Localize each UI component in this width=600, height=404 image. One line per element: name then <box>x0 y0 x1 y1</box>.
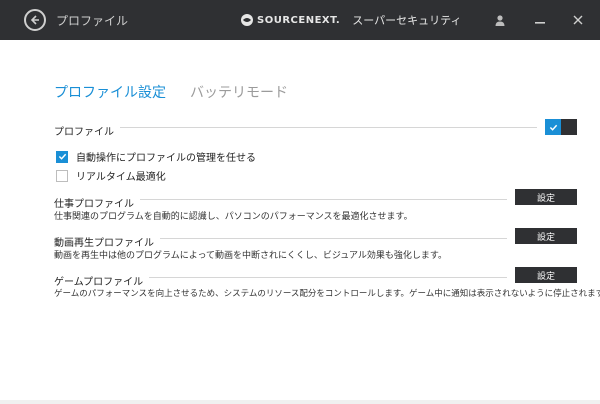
tab-profile-settings[interactable]: プロファイル設定 <box>54 82 166 102</box>
tab-battery-mode[interactable]: バッテリモード <box>190 82 288 102</box>
game-profile-settings-button[interactable]: 設定 <box>515 267 577 283</box>
sourcenext-logo-icon <box>241 14 253 26</box>
auto-manage-option[interactable]: 自動操作にプロファイルの管理を任せる <box>56 149 256 164</box>
profile-name: ゲームプロファイル <box>54 277 150 288</box>
game-profile: ゲームプロファイル 設定 ゲームのパフォーマンスを向上させるため、システムのリソ… <box>54 267 600 299</box>
profile-toggle[interactable] <box>545 119 577 135</box>
window-bottom-border <box>0 400 600 404</box>
work-profile: 仕事プロファイル 設定 仕事関連のプログラムを自動的に認識し、パソコンのパフォー… <box>54 189 577 222</box>
user-icon <box>495 15 505 26</box>
brand-name: SOURCENEXT. <box>257 14 341 26</box>
realtime-optimize-label: リアルタイム最適化 <box>76 172 166 183</box>
brand: SOURCENEXT. スーパーセキュリティ <box>240 12 461 28</box>
window-title: プロファイル <box>56 14 129 28</box>
auto-manage-label: 自動操作にプロファイルの管理を任せる <box>76 153 256 164</box>
profile-name: 動画再生プロファイル <box>54 238 160 249</box>
work-profile-settings-button[interactable]: 設定 <box>515 189 577 205</box>
profile-description: 動画を再生中は他のプログラムによって動画を中断されにくくし、ビジュアル効果も強化… <box>54 251 448 261</box>
video-profile-settings-button[interactable]: 設定 <box>515 228 577 244</box>
realtime-optimize-checkbox[interactable] <box>56 169 68 182</box>
realtime-optimize-option[interactable]: リアルタイム最適化 <box>56 168 166 183</box>
sourcenext-logo: SOURCENEXT. <box>240 13 340 27</box>
minimize-button[interactable] <box>530 10 550 30</box>
close-button[interactable] <box>568 10 588 30</box>
minimize-icon <box>535 22 545 24</box>
toggle-on-part <box>545 119 561 135</box>
section-label: プロファイル <box>54 127 120 138</box>
auto-manage-checkbox[interactable] <box>56 150 68 163</box>
arrow-left-icon <box>30 15 39 25</box>
title-bar: プロファイル SOURCENEXT. スーパーセキュリティ <box>0 0 600 40</box>
profile-description: ゲームのパフォーマンスを向上させるため、システムのリソース配分をコントロールしま… <box>54 289 600 299</box>
profile-description: 仕事関連のプログラムを自動的に認識し、パソコンのパフォーマンスを最適化させます。 <box>54 212 413 222</box>
account-button[interactable] <box>490 10 510 30</box>
check-icon <box>549 124 557 131</box>
close-icon <box>573 15 583 25</box>
profile-name: 仕事プロファイル <box>54 199 140 210</box>
tab-bar: プロファイル設定 バッテリモード <box>54 82 288 102</box>
video-profile: 動画再生プロファイル 設定 動画を再生中は他のプログラムによって動画を中断されに… <box>54 228 577 261</box>
check-icon <box>58 153 66 160</box>
product-name: スーパーセキュリティ <box>352 14 462 27</box>
profile-section-header: プロファイル <box>54 119 577 138</box>
divider <box>54 127 537 128</box>
back-button[interactable] <box>24 9 46 31</box>
